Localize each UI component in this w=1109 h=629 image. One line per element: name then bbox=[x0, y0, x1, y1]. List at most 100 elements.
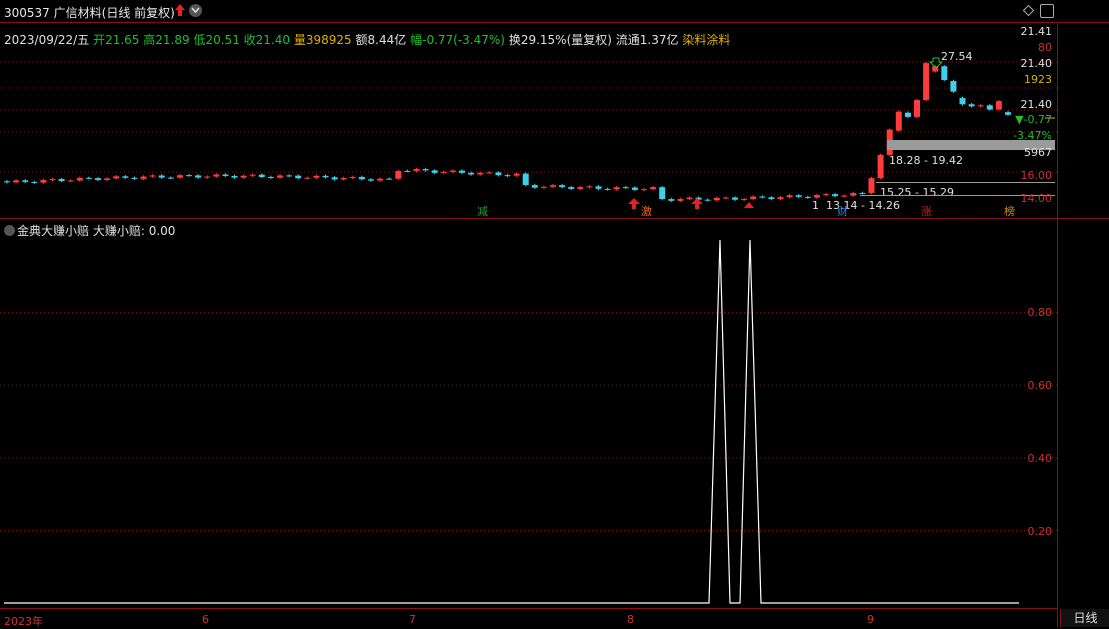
candle-body bbox=[814, 195, 820, 198]
candle-body bbox=[13, 180, 19, 182]
low-price-mark: 1 bbox=[812, 199, 819, 212]
candle-body bbox=[450, 171, 456, 172]
axis-16: 16.00 bbox=[1021, 169, 1053, 182]
axis-pct: -3.47% bbox=[1013, 129, 1052, 142]
candle-body bbox=[359, 177, 365, 179]
candle-body bbox=[113, 176, 119, 178]
red-triangle-icon bbox=[744, 202, 754, 208]
stock-code: 300537 bbox=[4, 6, 50, 20]
high-price-mark: 27.54 bbox=[941, 50, 973, 63]
indicator-chart[interactable] bbox=[0, 220, 1058, 610]
candle-body bbox=[650, 187, 656, 189]
candle-body bbox=[86, 178, 92, 179]
candle-body bbox=[204, 177, 210, 178]
axis-vol: 1923 bbox=[1024, 73, 1052, 86]
candle-body bbox=[869, 178, 875, 193]
candle-body bbox=[332, 177, 338, 179]
axis-last: 21.40 bbox=[1021, 98, 1053, 111]
candle-body bbox=[104, 178, 110, 180]
candle-body bbox=[122, 176, 128, 177]
x-label-aug: 8 bbox=[627, 613, 634, 626]
candle-body bbox=[923, 63, 929, 100]
candle-body bbox=[505, 175, 511, 176]
candle-body bbox=[677, 199, 683, 201]
price-zone-2: 15.25 - 15.29 bbox=[880, 186, 954, 199]
candle-body bbox=[477, 173, 483, 175]
tag-limit-up[interactable]: 涨 bbox=[920, 205, 933, 218]
candle-body bbox=[723, 198, 729, 199]
candle-body bbox=[514, 174, 520, 176]
candle-body bbox=[759, 197, 765, 198]
candle-body bbox=[896, 112, 902, 131]
x-label-jun: 6 bbox=[202, 613, 209, 626]
candle-body bbox=[468, 173, 474, 175]
candle-body bbox=[22, 180, 28, 182]
axis-price: 21.40 bbox=[1021, 57, 1053, 70]
candle-body bbox=[50, 179, 56, 180]
candle-body bbox=[59, 179, 65, 181]
ind-axis-040: 0.40 bbox=[1028, 452, 1053, 465]
candle-body bbox=[304, 178, 310, 179]
candle-body bbox=[596, 186, 602, 188]
candle-body bbox=[568, 187, 574, 189]
candle-body bbox=[541, 187, 547, 188]
title-separator bbox=[0, 22, 1109, 23]
candle-body bbox=[841, 196, 847, 197]
menu-circle-icon[interactable] bbox=[189, 4, 202, 17]
candle-body bbox=[623, 187, 629, 188]
candle-body bbox=[905, 113, 911, 117]
diamond-icon[interactable] bbox=[1023, 5, 1034, 16]
tag-finance[interactable]: 财 bbox=[836, 205, 849, 218]
candle-body bbox=[750, 197, 756, 199]
candle-body bbox=[732, 198, 738, 200]
candle-body bbox=[395, 171, 401, 179]
axis-top-price: 21.41 bbox=[1021, 25, 1053, 38]
candle-body bbox=[241, 176, 247, 178]
candle-body bbox=[77, 178, 83, 181]
candle-body bbox=[4, 181, 10, 182]
candle-body bbox=[605, 189, 611, 190]
tag-reduce[interactable]: 减 bbox=[476, 205, 489, 218]
red-up-arrow-icon[interactable] bbox=[174, 3, 186, 17]
candle-body bbox=[878, 155, 884, 178]
candle-body bbox=[195, 175, 201, 177]
candle-body bbox=[222, 174, 228, 175]
candle-body bbox=[577, 187, 583, 189]
candle-body bbox=[559, 185, 565, 187]
period-tab-daily[interactable]: 日线 bbox=[1060, 609, 1109, 627]
candle-body bbox=[486, 172, 492, 173]
candle-body bbox=[523, 174, 529, 185]
red-up-arrow-icon bbox=[628, 198, 640, 209]
candle-body bbox=[550, 185, 556, 187]
candle-body bbox=[495, 172, 501, 175]
period-label: (日线 前复权) bbox=[102, 6, 175, 20]
candle-body bbox=[250, 175, 256, 176]
tag-ranking[interactable]: 榜 bbox=[1003, 205, 1016, 218]
stock-name: 广信材料 bbox=[54, 6, 102, 20]
candle-body bbox=[341, 178, 347, 179]
ind-axis-020: 0.20 bbox=[1028, 525, 1053, 538]
candle-body bbox=[832, 194, 838, 196]
candle-body bbox=[423, 169, 429, 170]
tag-incentive[interactable]: 激 bbox=[640, 205, 653, 218]
candle-body bbox=[368, 179, 374, 180]
candle-body bbox=[805, 197, 811, 198]
axis-80: 80 bbox=[1038, 41, 1052, 54]
candle-body bbox=[68, 181, 74, 182]
candle-body bbox=[323, 176, 329, 177]
candle-body bbox=[941, 66, 947, 80]
axis-14: 14.00 bbox=[1021, 192, 1053, 205]
window-icon[interactable] bbox=[1040, 4, 1054, 18]
candle-body bbox=[377, 179, 383, 181]
candle-body bbox=[741, 199, 747, 200]
candle-body bbox=[414, 169, 420, 171]
price-zone-1: 18.28 - 19.42 bbox=[889, 154, 963, 167]
candle-body bbox=[687, 198, 693, 199]
candle-body bbox=[259, 175, 265, 177]
candle-body bbox=[950, 81, 956, 92]
candle-body bbox=[186, 175, 192, 176]
candle-body bbox=[350, 177, 356, 178]
candle-body bbox=[796, 195, 802, 197]
candle-body bbox=[823, 194, 829, 195]
candle-body bbox=[277, 175, 283, 177]
